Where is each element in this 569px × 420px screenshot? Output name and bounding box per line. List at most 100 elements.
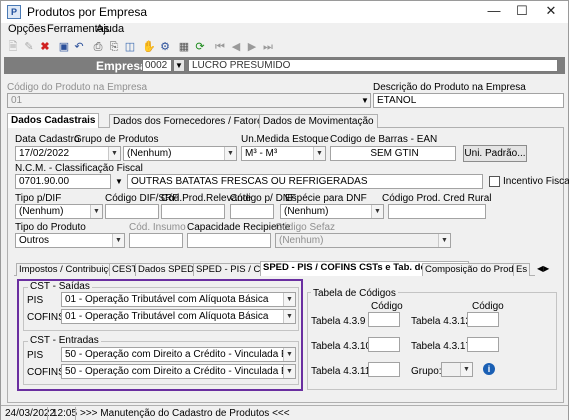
data-cadastro-field[interactable]: 17/02/2022 ▼: [15, 146, 121, 161]
tipo-dif-value: (Nenhum): [19, 206, 64, 217]
tab-es[interactable]: Es: [513, 263, 531, 276]
tabela-4311-field[interactable]: [368, 362, 400, 377]
export-icon[interactable]: ◫: [123, 40, 137, 54]
chevron-down-icon: ▼: [438, 234, 450, 247]
codigo-produto-field[interactable]: 01: [7, 93, 371, 108]
grupo-select[interactable]: ▼: [441, 362, 473, 377]
descricao-label: Descrição do Produto na Empresa: [373, 82, 526, 93]
unid-medida-label: Un.Medida Estoque: [241, 134, 329, 145]
tabela-4310-label: Tabela 4.3.10:: [311, 341, 374, 352]
empresa-dropdown-button[interactable]: ▼: [173, 59, 185, 72]
calculator-icon[interactable]: ▦: [177, 40, 191, 54]
tipo-produto-value: Outros: [19, 235, 50, 246]
empresa-label: Empresa: [96, 59, 147, 73]
codigo-produto-label: Código do Produto na Empresa: [7, 82, 148, 93]
status-separator: [75, 407, 76, 420]
ncm-dropdown-icon[interactable]: ▼: [112, 175, 126, 189]
unid-medida-select[interactable]: M³ - M³ ▼: [241, 146, 326, 161]
grupo-produtos-label: Grupo de Produtos: [74, 134, 159, 145]
status-time: 12:05: [52, 408, 78, 419]
empresa-name-field: LUCRO PRESUMIDO: [188, 59, 558, 72]
codigo-dnf-field[interactable]: [230, 204, 274, 219]
undo-icon[interactable]: ↶: [72, 40, 86, 54]
ean-label: Codigo de Barras - EAN: [330, 134, 438, 145]
refresh-icon[interactable]: ⟳: [193, 40, 207, 54]
codigo-dif-field[interactable]: [105, 204, 159, 219]
save-icon[interactable]: ▣: [57, 40, 71, 54]
lock-icon[interactable]: ⚙: [158, 40, 172, 54]
next-record-icon[interactable]: ▶: [245, 40, 259, 54]
tabela-439-label: Tabela 4.3.9 :: [311, 316, 372, 327]
cod-insumo-field[interactable]: [129, 233, 183, 248]
codigo-sefaz-value: (Nenhum): [279, 235, 324, 246]
highlight-frame: [17, 279, 303, 391]
edit-icon[interactable]: ✎: [22, 40, 36, 54]
ncm-description-field: OUTRAS BATATAS FRESCAS OU REFRIGERADAS: [127, 174, 483, 189]
last-record-icon[interactable]: ⏭: [261, 40, 275, 54]
tabela-4317-field[interactable]: [467, 337, 499, 352]
tabela-4310-field[interactable]: [368, 337, 400, 352]
print-icon[interactable]: ⎙: [91, 40, 105, 54]
codigo-sefaz-label: Código Sefaz: [275, 222, 336, 233]
info-icon[interactable]: i: [483, 363, 495, 375]
print-preview-icon[interactable]: ⎘: [107, 40, 121, 54]
minimize-button[interactable]: —: [479, 1, 509, 21]
app-icon: P: [7, 5, 21, 19]
tabela-439-field[interactable]: [368, 312, 400, 327]
new-icon[interactable]: 🗎: [6, 40, 20, 54]
menu-bar: Opções Ferramentas Ajuda: [1, 23, 568, 37]
cod-insumo-label: Cód. Insumo: [129, 222, 186, 233]
window-title: Produtos por Empresa: [27, 5, 148, 19]
tab-scroll-arrows-icon[interactable]: ◀▶: [535, 263, 552, 276]
tabela-4312-field[interactable]: [467, 312, 499, 327]
sub-tabs: Impostos / Contribuições CEST Dados SPED…: [14, 261, 552, 276]
codigo-header-1: Código: [371, 301, 403, 312]
empresa-bar: Empresa 0002 ▼ LUCRO PRESUMIDO: [4, 57, 565, 74]
empresa-code-field[interactable]: 0002: [142, 59, 172, 72]
chevron-down-icon: ▼: [112, 234, 124, 247]
especie-dnf-select[interactable]: (Nenhum) ▼: [280, 204, 384, 219]
unid-medida-value: M³ - M³: [245, 148, 278, 159]
data-cadastro-value: 17/02/2022: [19, 148, 70, 159]
menu-opcoes[interactable]: Opções: [8, 23, 46, 35]
tipo-dif-select[interactable]: (Nenhum) ▼: [15, 204, 103, 219]
cod-relevante-field[interactable]: [161, 204, 225, 219]
tipo-produto-select[interactable]: Outros ▼: [15, 233, 125, 248]
grupo-produtos-select[interactable]: (Nenhum) ▼: [123, 146, 237, 161]
delete-icon[interactable]: ✖: [38, 40, 52, 54]
incentivo-fiscal-checkbox[interactable]: [489, 176, 500, 187]
chevron-down-icon: ▼: [460, 363, 472, 376]
cred-rural-field[interactable]: [388, 204, 486, 219]
especie-dnf-value: (Nenhum): [284, 206, 329, 217]
capacidade-field[interactable]: [187, 233, 271, 248]
uni-padrao-button[interactable]: Uni. Padrão...: [463, 145, 527, 162]
chevron-down-icon: ▼: [371, 205, 383, 218]
ean-field[interactable]: SEM GTIN: [330, 146, 456, 161]
close-button[interactable]: ✕: [536, 1, 566, 21]
chevron-down-icon: ▼: [313, 147, 325, 160]
tabela-4312-label: Tabela 4.3.12:: [411, 316, 474, 327]
calendar-dropdown-icon[interactable]: ▼: [108, 147, 120, 160]
maximize-button[interactable]: ☐: [507, 1, 537, 21]
tab-dados-sped[interactable]: Dados SPED: [135, 263, 197, 276]
chevron-down-icon: ▼: [90, 205, 102, 218]
ncm-field[interactable]: 0701.90.00: [15, 174, 111, 189]
status-separator: [47, 407, 48, 420]
tabela-4317-label: Tabela 4.3.17:: [411, 341, 474, 352]
menu-ajuda[interactable]: Ajuda: [96, 23, 124, 35]
codigo-sefaz-select[interactable]: (Nenhum) ▼: [275, 233, 451, 248]
tab-movimentacao[interactable]: Dados de Movimentação: [259, 114, 378, 128]
codigo-header-2: Código: [472, 301, 504, 312]
prev-record-icon[interactable]: ◀: [229, 40, 243, 54]
tipo-dif-label: Tipo p/DIF: [15, 193, 62, 204]
main-tabs: Dados Cadastrais Dados dos Fornecedores …: [7, 113, 564, 129]
ncm-label: N.C.M. - Classificação Fiscal: [15, 163, 143, 174]
codigo-dropdown-icon[interactable]: ▼: [358, 94, 372, 108]
tabela-codigos-caption: Tabela de Códigos: [311, 288, 398, 299]
grupo-produtos-value: (Nenhum): [127, 148, 172, 159]
descricao-field[interactable]: ETANOL: [373, 93, 564, 108]
tab-dados-cadastrais[interactable]: Dados Cadastrais: [7, 113, 100, 129]
find-icon[interactable]: ✋: [142, 40, 156, 54]
first-record-icon[interactable]: ⏮: [213, 40, 227, 54]
grupo-label: Grupo:: [411, 366, 442, 377]
